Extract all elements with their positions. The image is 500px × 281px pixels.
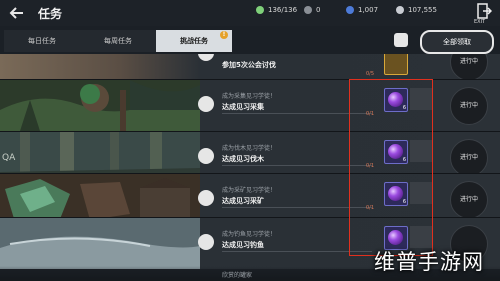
gold-reward-icon[interactable] — [384, 54, 408, 75]
task-art-fishing — [0, 218, 200, 269]
tab-daily[interactable]: 每日任务 — [4, 30, 80, 52]
resource-silver: 107,555 — [396, 6, 437, 14]
tab-weekly[interactable]: 每周任务 — [80, 30, 156, 52]
status-button[interactable]: 进行中 — [450, 87, 488, 125]
status-button[interactable]: 进行中 — [450, 139, 488, 177]
exit-label: EXIT — [474, 19, 486, 25]
status-button[interactable]: 进行中 — [450, 181, 488, 219]
status-button[interactable]: 进行中 — [450, 54, 488, 81]
guild-icon — [198, 54, 214, 61]
pickaxe-icon — [198, 190, 214, 206]
tab-challenge[interactable]: 挑战任务 ! — [156, 30, 232, 52]
axe-icon — [198, 148, 214, 164]
fishing-icon — [198, 234, 214, 250]
svg-text:QA: QA — [2, 153, 16, 163]
silver-icon — [396, 6, 404, 14]
task-art-gathering — [0, 80, 200, 131]
next-task-name: 欣赏的罐家 — [222, 272, 253, 279]
top-bar: 任务 136/136 0 1,007 107,555 EXIT — [0, 0, 500, 26]
coin-icon — [304, 6, 312, 14]
gem-icon — [346, 6, 354, 14]
reward-highlight-box — [349, 79, 433, 256]
back-arrow-icon[interactable] — [8, 4, 26, 22]
alert-badge-icon: ! — [220, 31, 228, 39]
resource-coin: 0 — [304, 6, 320, 14]
page-title: 任务 — [38, 7, 63, 21]
resource-gem: 1,007 — [346, 6, 378, 14]
stamina-icon — [256, 6, 264, 14]
task-list-icon[interactable] — [394, 33, 408, 47]
resource-stamina: 136/136 — [256, 6, 297, 14]
gather-icon — [198, 96, 214, 112]
task-row-guild-raid: 参加5次公会讨伐 0/5 进行中 — [0, 54, 500, 81]
watermark: 维普手游网 — [374, 250, 484, 274]
claim-all-button[interactable]: 全部领取 — [420, 30, 494, 54]
task-art-guild — [0, 54, 200, 80]
